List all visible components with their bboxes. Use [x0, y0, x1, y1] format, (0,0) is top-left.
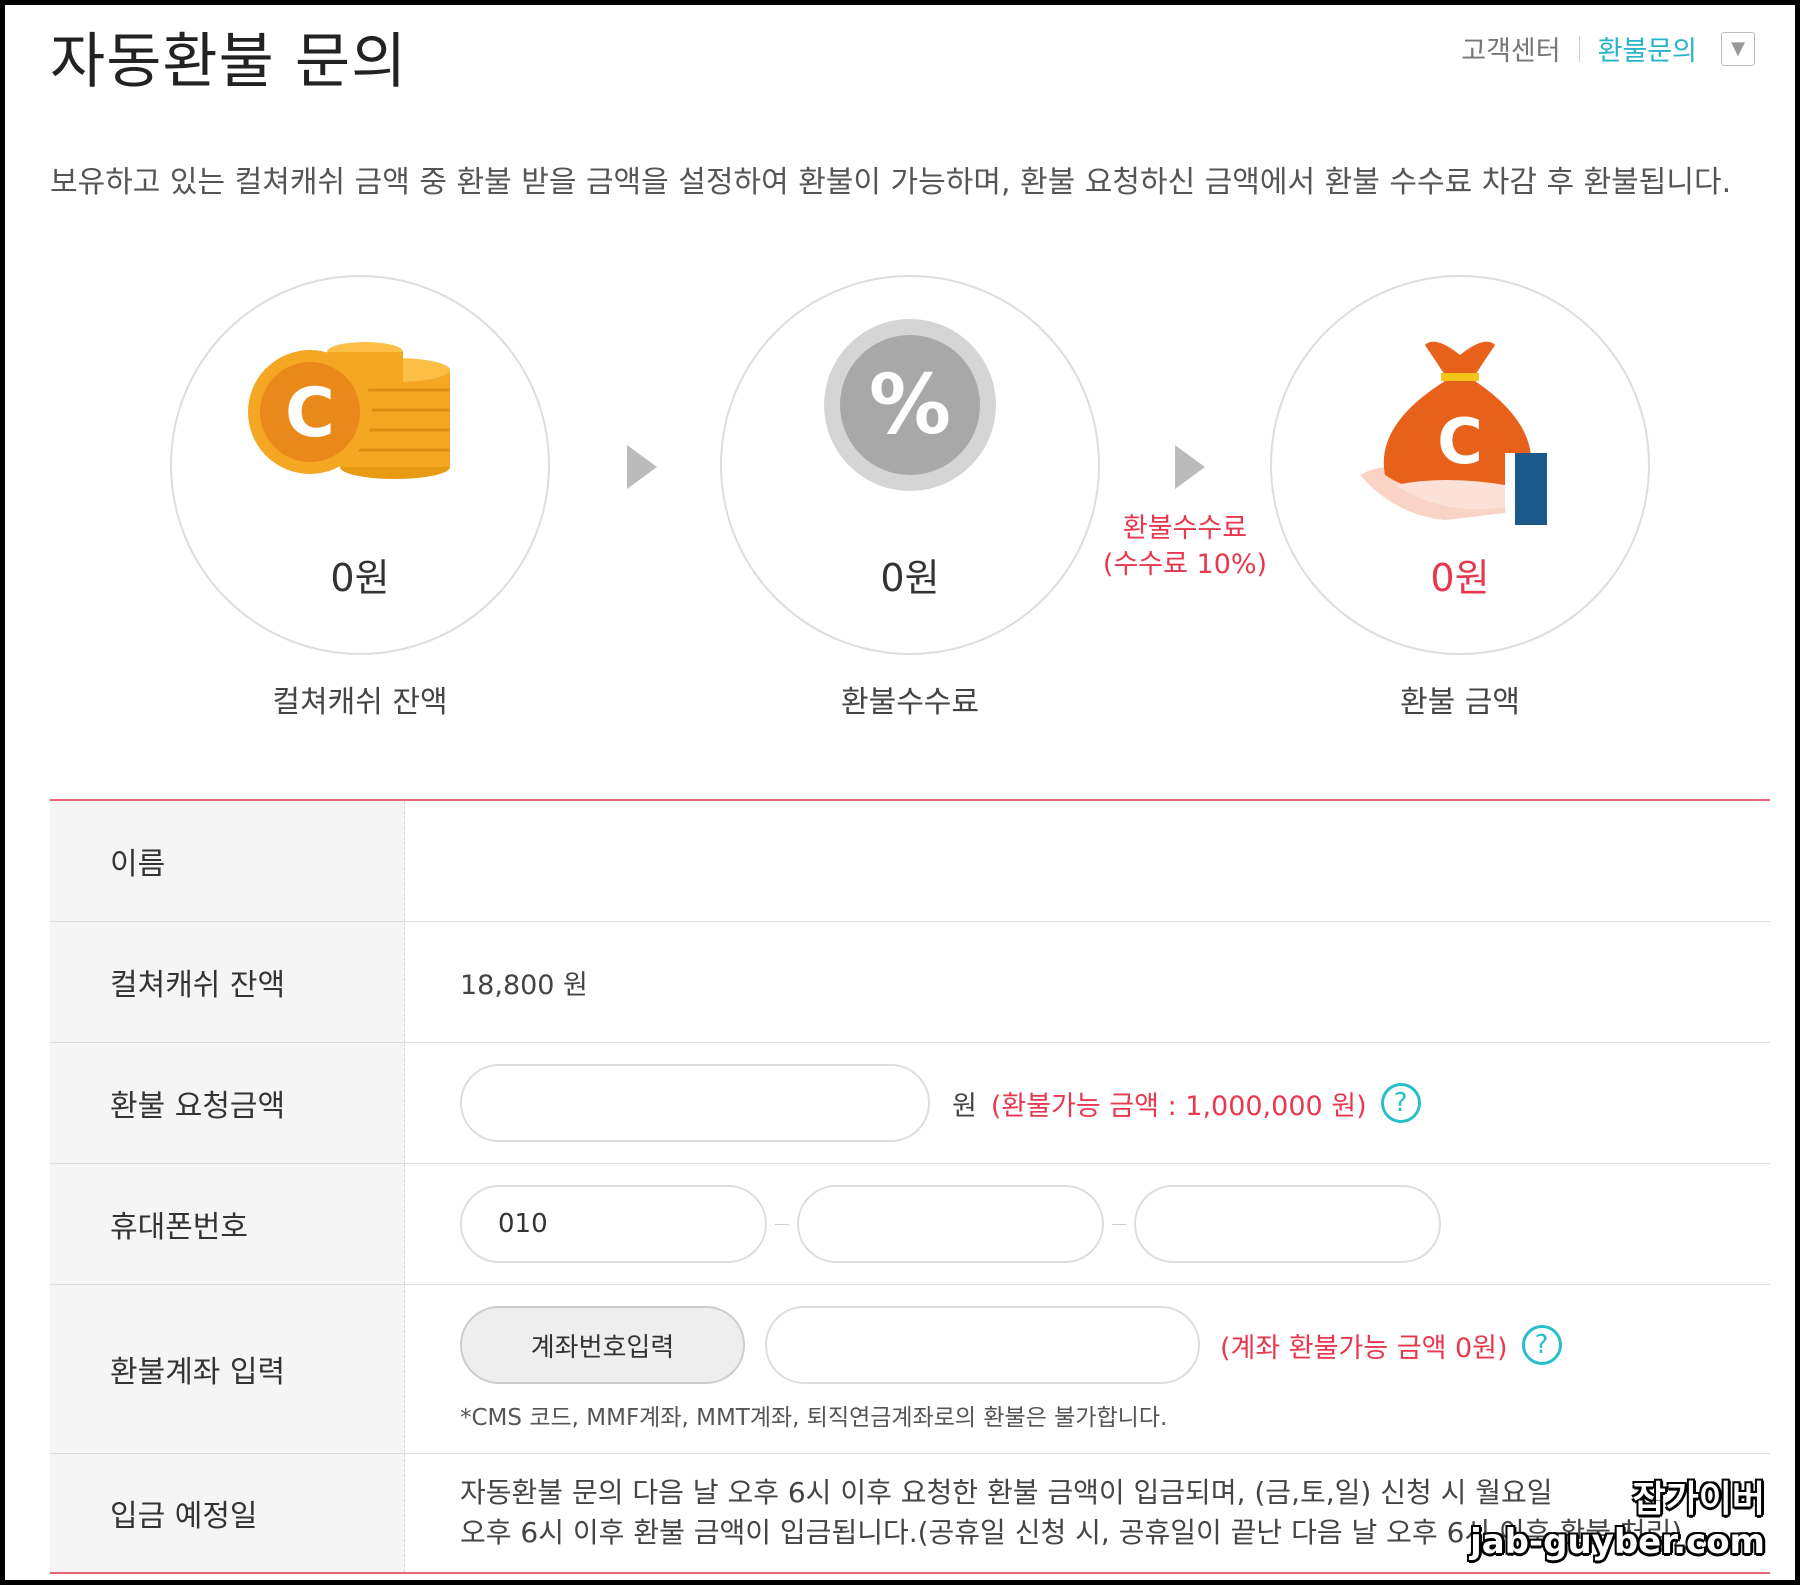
- fee-note: 환불수수료 (수수료 10%): [1095, 511, 1275, 583]
- breadcrumb-home-link[interactable]: 고객센터: [1461, 29, 1560, 68]
- account-input[interactable]: [765, 1306, 1200, 1384]
- balance-value: 18,800 원: [460, 969, 588, 1001]
- row-balance: 컬쳐캐쉬 잔액 18,800 원: [50, 922, 1770, 1043]
- step-refund: C 0원 환불 금액: [1270, 275, 1650, 721]
- watermark: 잡가이버 jab-guyber.com: [1470, 1470, 1765, 1562]
- refund-page: 자동환불 문의 고객센터 환불문의 ▼ 보유하고 있는 컬쳐캐쉬 금액 중 환불…: [0, 0, 1800, 1585]
- refund-amount: 0원: [1430, 556, 1490, 600]
- fee-note-line1: 환불수수료: [1122, 513, 1248, 544]
- phone-dash: [775, 1223, 789, 1225]
- step-circle: C 0원: [170, 275, 550, 655]
- balance-amount: 0원: [330, 556, 390, 600]
- account-available-hint: (계좌 환불가능 금액 0원): [1220, 1332, 1508, 1364]
- phone-part2-input[interactable]: [797, 1185, 1104, 1263]
- coins-icon: C: [248, 342, 450, 479]
- row-account: 환불계좌 입력 계좌번호입력 (계좌 환불가능 금액 0원) ? *CMS 코드…: [50, 1285, 1770, 1454]
- account-number-button[interactable]: 계좌번호입력: [460, 1306, 745, 1384]
- watermark-line2: jab-guyber.com: [1470, 1522, 1765, 1562]
- refund-available-hint: (환불가능 금액 : 1,000,000 원): [990, 1090, 1367, 1122]
- watermark-line1: 잡가이버: [1632, 1479, 1765, 1520]
- page-title: 자동환불 문의: [50, 27, 408, 97]
- chevron-down-icon[interactable]: ▼: [1721, 31, 1755, 66]
- phone-cell: 010: [405, 1164, 1770, 1284]
- step-caption: 환불수수료: [841, 685, 979, 720]
- balance-label: 컬쳐캐쉬 잔액: [50, 922, 405, 1042]
- name-value: [405, 801, 1770, 921]
- svg-text:C: C: [1437, 405, 1483, 478]
- step-circle: C 0원: [1270, 275, 1650, 655]
- refund-amount-label: 환불 요청금액: [50, 1043, 405, 1163]
- account-cell: 계좌번호입력 (계좌 환불가능 금액 0원) ? *CMS 코드, MMF계좌,…: [405, 1285, 1770, 1453]
- phone-part3-input[interactable]: [1134, 1185, 1441, 1263]
- help-icon[interactable]: ?: [1521, 1325, 1562, 1365]
- svg-text:%: %: [869, 358, 951, 453]
- step-circle: % 0원: [720, 275, 1100, 655]
- step-fee: % 0원 환불수수료: [720, 275, 1100, 721]
- breadcrumb-current[interactable]: 환불문의: [1598, 29, 1697, 68]
- phone-label: 휴대폰번호: [50, 1164, 405, 1284]
- row-name: 이름: [50, 801, 1770, 922]
- account-label: 환불계좌 입력: [50, 1285, 405, 1453]
- name-label: 이름: [50, 801, 405, 921]
- refund-amount-input[interactable]: [460, 1064, 930, 1142]
- money-bag-hand-icon: C: [1360, 341, 1547, 525]
- fee-amount: 0원: [880, 556, 940, 600]
- fee-note-line2: (수수료 10%): [1102, 549, 1268, 580]
- phone-part1-input[interactable]: 010: [460, 1185, 767, 1263]
- arrow-right-icon: [627, 445, 657, 489]
- help-icon[interactable]: ?: [1380, 1083, 1421, 1123]
- percent-icon: %: [824, 319, 996, 491]
- refund-form: 이름 컬쳐캐쉬 잔액 18,800 원 환불 요청금액 원 (환불가능 금액 :…: [50, 799, 1770, 1574]
- phone-dash: [1112, 1223, 1126, 1225]
- svg-text:C: C: [285, 374, 335, 453]
- deposit-date-label: 입금 예정일: [50, 1454, 405, 1572]
- step-balance: C 0원 컬쳐캐쉬 잔액: [170, 275, 550, 721]
- row-refund-amount: 환불 요청금액 원 (환불가능 금액 : 1,000,000 원) ?: [50, 1043, 1770, 1164]
- intro-text: 보유하고 있는 컬쳐캐쉬 금액 중 환불 받을 금액을 설정하여 환불이 가능하…: [50, 165, 1732, 200]
- refund-amount-unit: 원: [952, 1090, 977, 1122]
- arrow-right-icon: [1175, 445, 1205, 489]
- step-caption: 컬쳐캐쉬 잔액: [272, 685, 448, 720]
- step-caption: 환불 금액: [1400, 685, 1520, 720]
- account-note: *CMS 코드, MMF계좌, MMT계좌, 퇴직연금계좌로의 환불은 불가합니…: [460, 1405, 1168, 1431]
- breadcrumb: 고객센터 환불문의 ▼: [1461, 29, 1755, 68]
- breadcrumb-divider: [1578, 35, 1580, 62]
- account-controls: 계좌번호입력 (계좌 환불가능 금액 0원) ?: [460, 1306, 1562, 1384]
- row-phone: 휴대폰번호 010: [50, 1164, 1770, 1285]
- refund-amount-cell: 원 (환불가능 금액 : 1,000,000 원) ?: [405, 1043, 1770, 1163]
